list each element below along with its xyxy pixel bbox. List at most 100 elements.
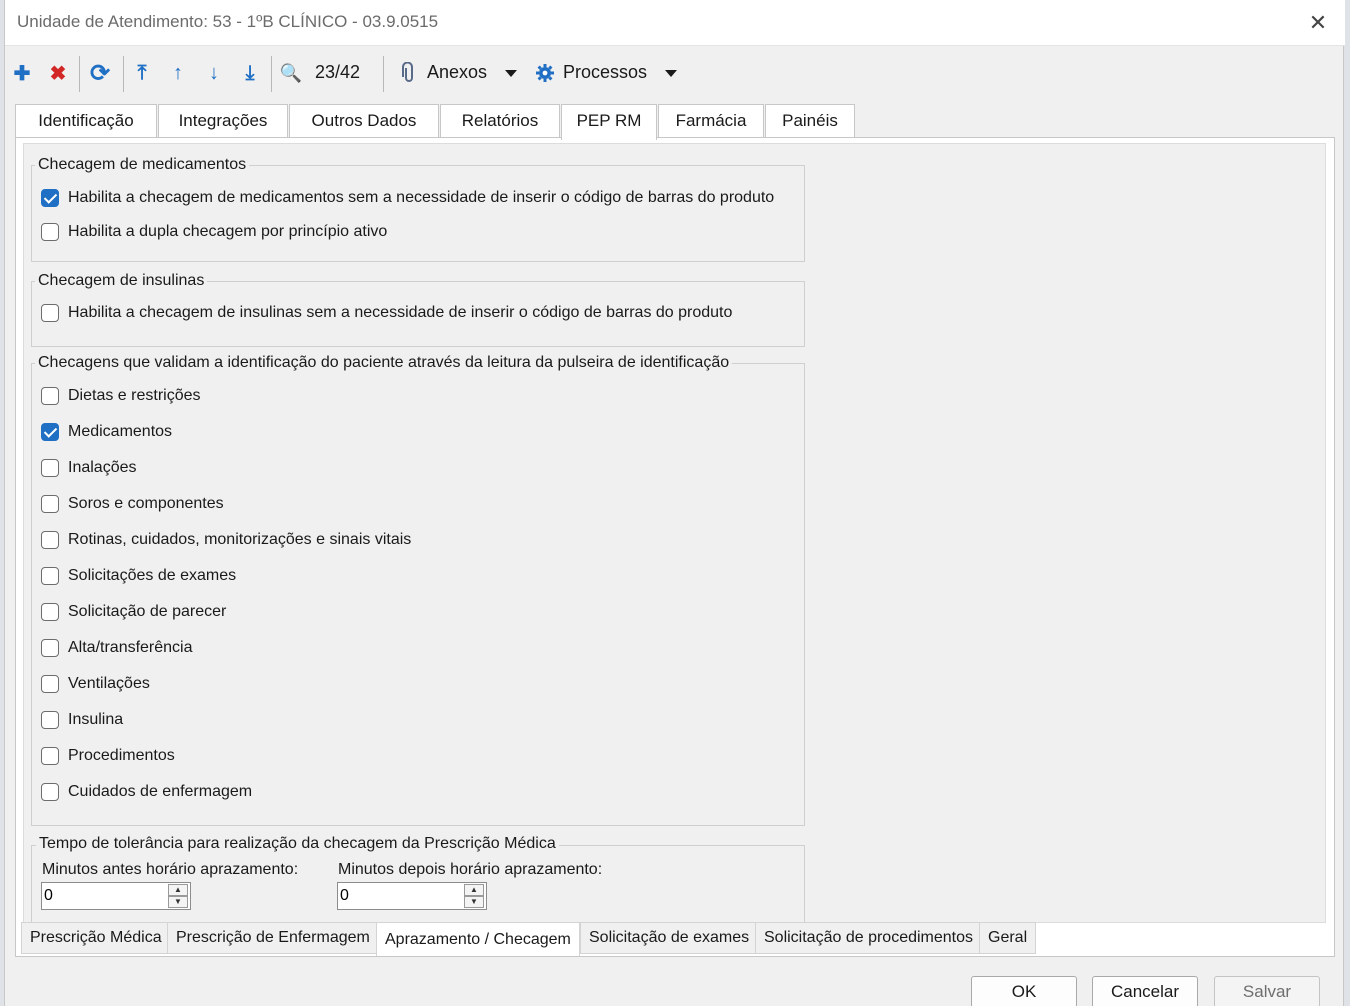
previous-record-icon[interactable]: ↑ bbox=[165, 58, 191, 88]
stepper-down-icon[interactable]: ▼ bbox=[464, 896, 484, 908]
checkbox-row-inalacoes[interactable]: Inalações bbox=[41, 457, 137, 479]
stepper-up-icon[interactable]: ▲ bbox=[464, 884, 484, 896]
checkbox[interactable] bbox=[41, 495, 59, 513]
subtab-geral[interactable]: Geral bbox=[979, 922, 1037, 954]
toolbar-separator bbox=[79, 56, 80, 92]
last-record-icon[interactable]: ⤓ bbox=[237, 58, 263, 88]
toolbar-separator bbox=[383, 56, 384, 92]
checkbox[interactable] bbox=[41, 783, 59, 801]
checkbox-row-alta[interactable]: Alta/transferência bbox=[41, 637, 193, 659]
checkbox-label: Solicitação de parecer bbox=[68, 603, 227, 620]
checkbox[interactable] bbox=[41, 711, 59, 729]
checkbox-row-parecer[interactable]: Solicitação de parecer bbox=[41, 601, 226, 623]
next-record-icon[interactable]: ↓ bbox=[201, 58, 227, 88]
stepper-buttons: ▲ ▼ bbox=[168, 884, 188, 908]
checkbox-row-insulinas-sem-codigo[interactable]: Habilita a checagem de insulinas sem a n… bbox=[41, 302, 732, 324]
subtab-prescricao-enfermagem[interactable]: Prescrição de Enfermagem bbox=[167, 922, 379, 954]
toolbar-separator bbox=[271, 56, 272, 92]
first-record-icon[interactable]: ⤒ bbox=[129, 58, 155, 88]
processes-button[interactable]: Processos bbox=[563, 62, 647, 83]
sub-tabs: Prescrição Médica Prescrição de Enfermag… bbox=[15, 922, 1335, 956]
gear-icon[interactable] bbox=[533, 58, 557, 88]
group-title-medicamentos: Checagem de medicamentos bbox=[35, 156, 250, 174]
checkbox-row-dietas[interactable]: Dietas e restrições bbox=[41, 385, 201, 407]
checkbox-row-cuidados-enfermagem[interactable]: Cuidados de enfermagem bbox=[41, 781, 252, 803]
group-title-tolerancia: Tempo de tolerância para realização da c… bbox=[36, 835, 559, 853]
checkbox-row-dupla-checagem[interactable]: Habilita a dupla checagem por princípio … bbox=[41, 221, 387, 243]
group-title-pulseira: Checagens que validam a identificação do… bbox=[35, 354, 733, 372]
minutes-before-input[interactable] bbox=[44, 885, 168, 907]
tab-farmacia[interactable]: Farmácia bbox=[658, 104, 764, 138]
checkbox-label: Procedimentos bbox=[68, 747, 175, 764]
close-icon[interactable]: ✕ bbox=[1303, 8, 1333, 38]
add-icon[interactable]: ✚ bbox=[9, 58, 35, 88]
checkbox-label: Rotinas, cuidados, monitorizações e sina… bbox=[68, 531, 412, 548]
checkbox-row-medicamentos-sem-codigo[interactable]: Habilita a checagem de medicamentos sem … bbox=[41, 187, 774, 209]
checkbox-row-insulina[interactable]: Insulina bbox=[41, 709, 123, 731]
refresh-icon[interactable]: ⟳ bbox=[85, 58, 115, 88]
title-bar: Unidade de Atendimento: 53 - 1ºB CLÍNICO… bbox=[5, 0, 1345, 46]
minutes-before-label: Minutos antes horário aprazamento: bbox=[42, 861, 299, 878]
checkbox[interactable] bbox=[41, 531, 59, 549]
checkbox-label: Dietas e restrições bbox=[68, 387, 201, 404]
paperclip-icon[interactable] bbox=[399, 58, 419, 88]
checkbox[interactable] bbox=[41, 223, 59, 241]
toolbar-separator bbox=[123, 56, 124, 92]
checkbox-row-soros[interactable]: Soros e componentes bbox=[41, 493, 224, 515]
minutes-after-stepper[interactable]: ▲ ▼ bbox=[337, 882, 487, 910]
checkbox-label: Inalações bbox=[68, 459, 137, 476]
checkbox[interactable] bbox=[41, 387, 59, 405]
subtab-solicitacao-procedimentos[interactable]: Solicitação de procedimentos bbox=[755, 922, 983, 954]
cancel-button[interactable]: Cancelar bbox=[1092, 976, 1198, 1006]
checkbox[interactable] bbox=[41, 567, 59, 585]
settings-area: Checagem de medicamentos Habilita a chec… bbox=[23, 143, 1326, 923]
tab-pep-rm[interactable]: PEP RM bbox=[561, 104, 657, 140]
checkbox[interactable] bbox=[41, 639, 59, 657]
delete-icon[interactable]: ✖ bbox=[45, 58, 71, 88]
checkbox-row-medicamentos[interactable]: Medicamentos bbox=[41, 421, 172, 443]
checkbox[interactable] bbox=[41, 304, 59, 322]
dialog-window: Unidade de Atendimento: 53 - 1ºB CLÍNICO… bbox=[4, 0, 1345, 1006]
checkbox[interactable] bbox=[41, 675, 59, 693]
checkbox-label: Habilita a checagem de insulinas sem a n… bbox=[68, 304, 733, 321]
record-counter: 23/42 bbox=[315, 62, 361, 82]
checkbox-label: Insulina bbox=[68, 711, 124, 728]
toolbar: ✚ ✖ ⟳ ⤒ ↑ ↓ ⤓ 🔍 23/42 Anexos Processos bbox=[5, 50, 1345, 96]
attachments-button[interactable]: Anexos bbox=[427, 62, 487, 83]
tab-outros-dados[interactable]: Outros Dados bbox=[289, 104, 439, 138]
checkbox-row-ventilacoes[interactable]: Ventilações bbox=[41, 673, 150, 695]
minutes-after-label: Minutos depois horário aprazamento: bbox=[338, 861, 603, 878]
checkbox-label: Habilita a dupla checagem por princípio … bbox=[68, 223, 388, 240]
tab-identificacao[interactable]: Identificação bbox=[15, 104, 157, 138]
checkbox[interactable] bbox=[41, 423, 59, 441]
checkbox[interactable] bbox=[41, 459, 59, 477]
checkbox-label: Cuidados de enfermagem bbox=[68, 783, 253, 800]
chevron-down-icon[interactable] bbox=[665, 70, 677, 77]
save-button[interactable]: Salvar bbox=[1214, 976, 1320, 1006]
tab-content-panel: Checagem de medicamentos Habilita a chec… bbox=[15, 137, 1335, 957]
subtab-solicitacao-exames[interactable]: Solicitação de exames bbox=[580, 922, 759, 954]
tab-relatorios[interactable]: Relatórios bbox=[440, 104, 560, 138]
checkbox-row-solicitacoes-exames[interactable]: Solicitações de exames bbox=[41, 565, 236, 587]
stepper-down-icon[interactable]: ▼ bbox=[168, 896, 188, 908]
checkbox[interactable] bbox=[41, 189, 59, 207]
checkbox-row-rotinas[interactable]: Rotinas, cuidados, monitorizações e sina… bbox=[41, 529, 411, 551]
subtab-prescricao-medica[interactable]: Prescrição Médica bbox=[21, 922, 171, 954]
checkbox[interactable] bbox=[41, 747, 59, 765]
tab-integracoes[interactable]: Integrações bbox=[158, 104, 288, 138]
checkbox-label: Solicitações de exames bbox=[68, 567, 237, 584]
stepper-buttons: ▲ ▼ bbox=[464, 884, 484, 908]
minutes-after-input[interactable] bbox=[340, 885, 464, 907]
minutes-before-stepper[interactable]: ▲ ▼ bbox=[41, 882, 191, 910]
ok-button[interactable]: OK bbox=[971, 976, 1077, 1006]
checkbox-label: Soros e componentes bbox=[68, 495, 224, 512]
stepper-up-icon[interactable]: ▲ bbox=[168, 884, 188, 896]
search-icon[interactable]: 🔍 bbox=[277, 58, 305, 88]
checkbox[interactable] bbox=[41, 603, 59, 621]
window-title: Unidade de Atendimento: 53 - 1ºB CLÍNICO… bbox=[17, 12, 439, 31]
group-checagem-medicamentos bbox=[31, 165, 805, 262]
checkbox-row-procedimentos[interactable]: Procedimentos bbox=[41, 745, 175, 767]
tab-paineis[interactable]: Painéis bbox=[765, 104, 855, 138]
subtab-aprazamento-checagem[interactable]: Aprazamento / Checagem bbox=[376, 922, 580, 956]
chevron-down-icon[interactable] bbox=[505, 70, 517, 77]
